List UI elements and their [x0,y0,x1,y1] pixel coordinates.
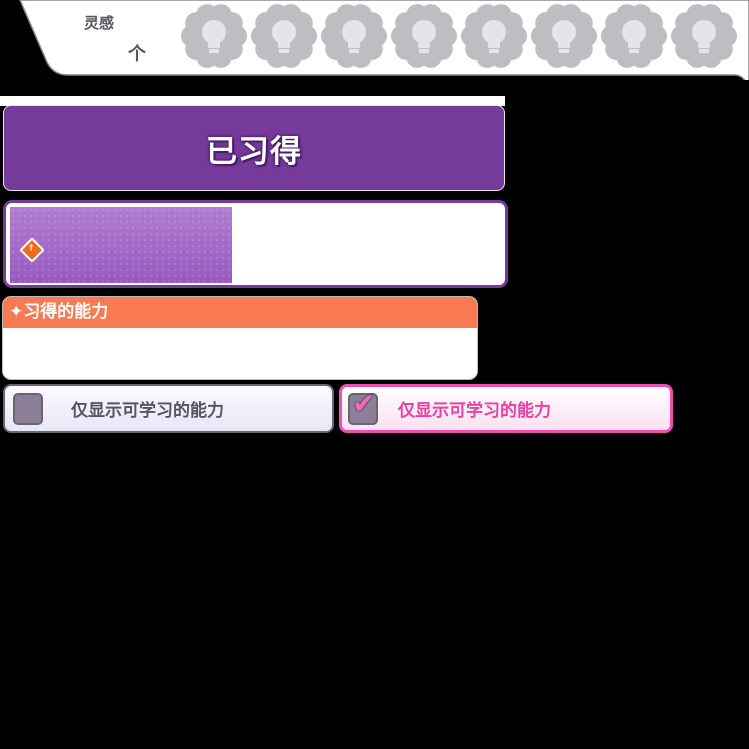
lightbulb-icon [601,3,667,69]
skills-header: ✦习得的能力 [3,297,477,328]
filter-learnable-unchecked[interactable]: 仅显示可学习的能力 [3,384,334,433]
lightbulb-icon [461,3,527,69]
filter-label: 仅显示可学习的能力 [398,401,551,421]
lightbulb-icon [181,3,247,69]
inspiration-label: 灵感 [84,14,115,32]
lightbulb-icon [671,3,737,69]
learned-title-bar: 已习得 [3,105,505,191]
learned-progress-card: ↑ [3,200,508,288]
filter-label: 仅显示可学习的能力 [71,401,224,421]
checkbox-empty-icon[interactable] [13,392,43,425]
learned-skills-panel: ✦习得的能力 [2,296,478,380]
lightbulb-icon [321,3,387,69]
lightbulb-icon [531,3,597,69]
inspiration-arrow: 个 [128,44,146,65]
learned-title: 已习得 [206,133,302,170]
checkbox-checked-icon[interactable]: ✔ [348,387,378,425]
lightbulb-icon [391,3,457,69]
lightbulb-icon [251,3,317,69]
checkmark-icon: ✔ [352,386,376,420]
progress-fill [10,207,232,283]
filter-learnable-checked[interactable]: ✔ 仅显示可学习的能力 [339,384,673,433]
